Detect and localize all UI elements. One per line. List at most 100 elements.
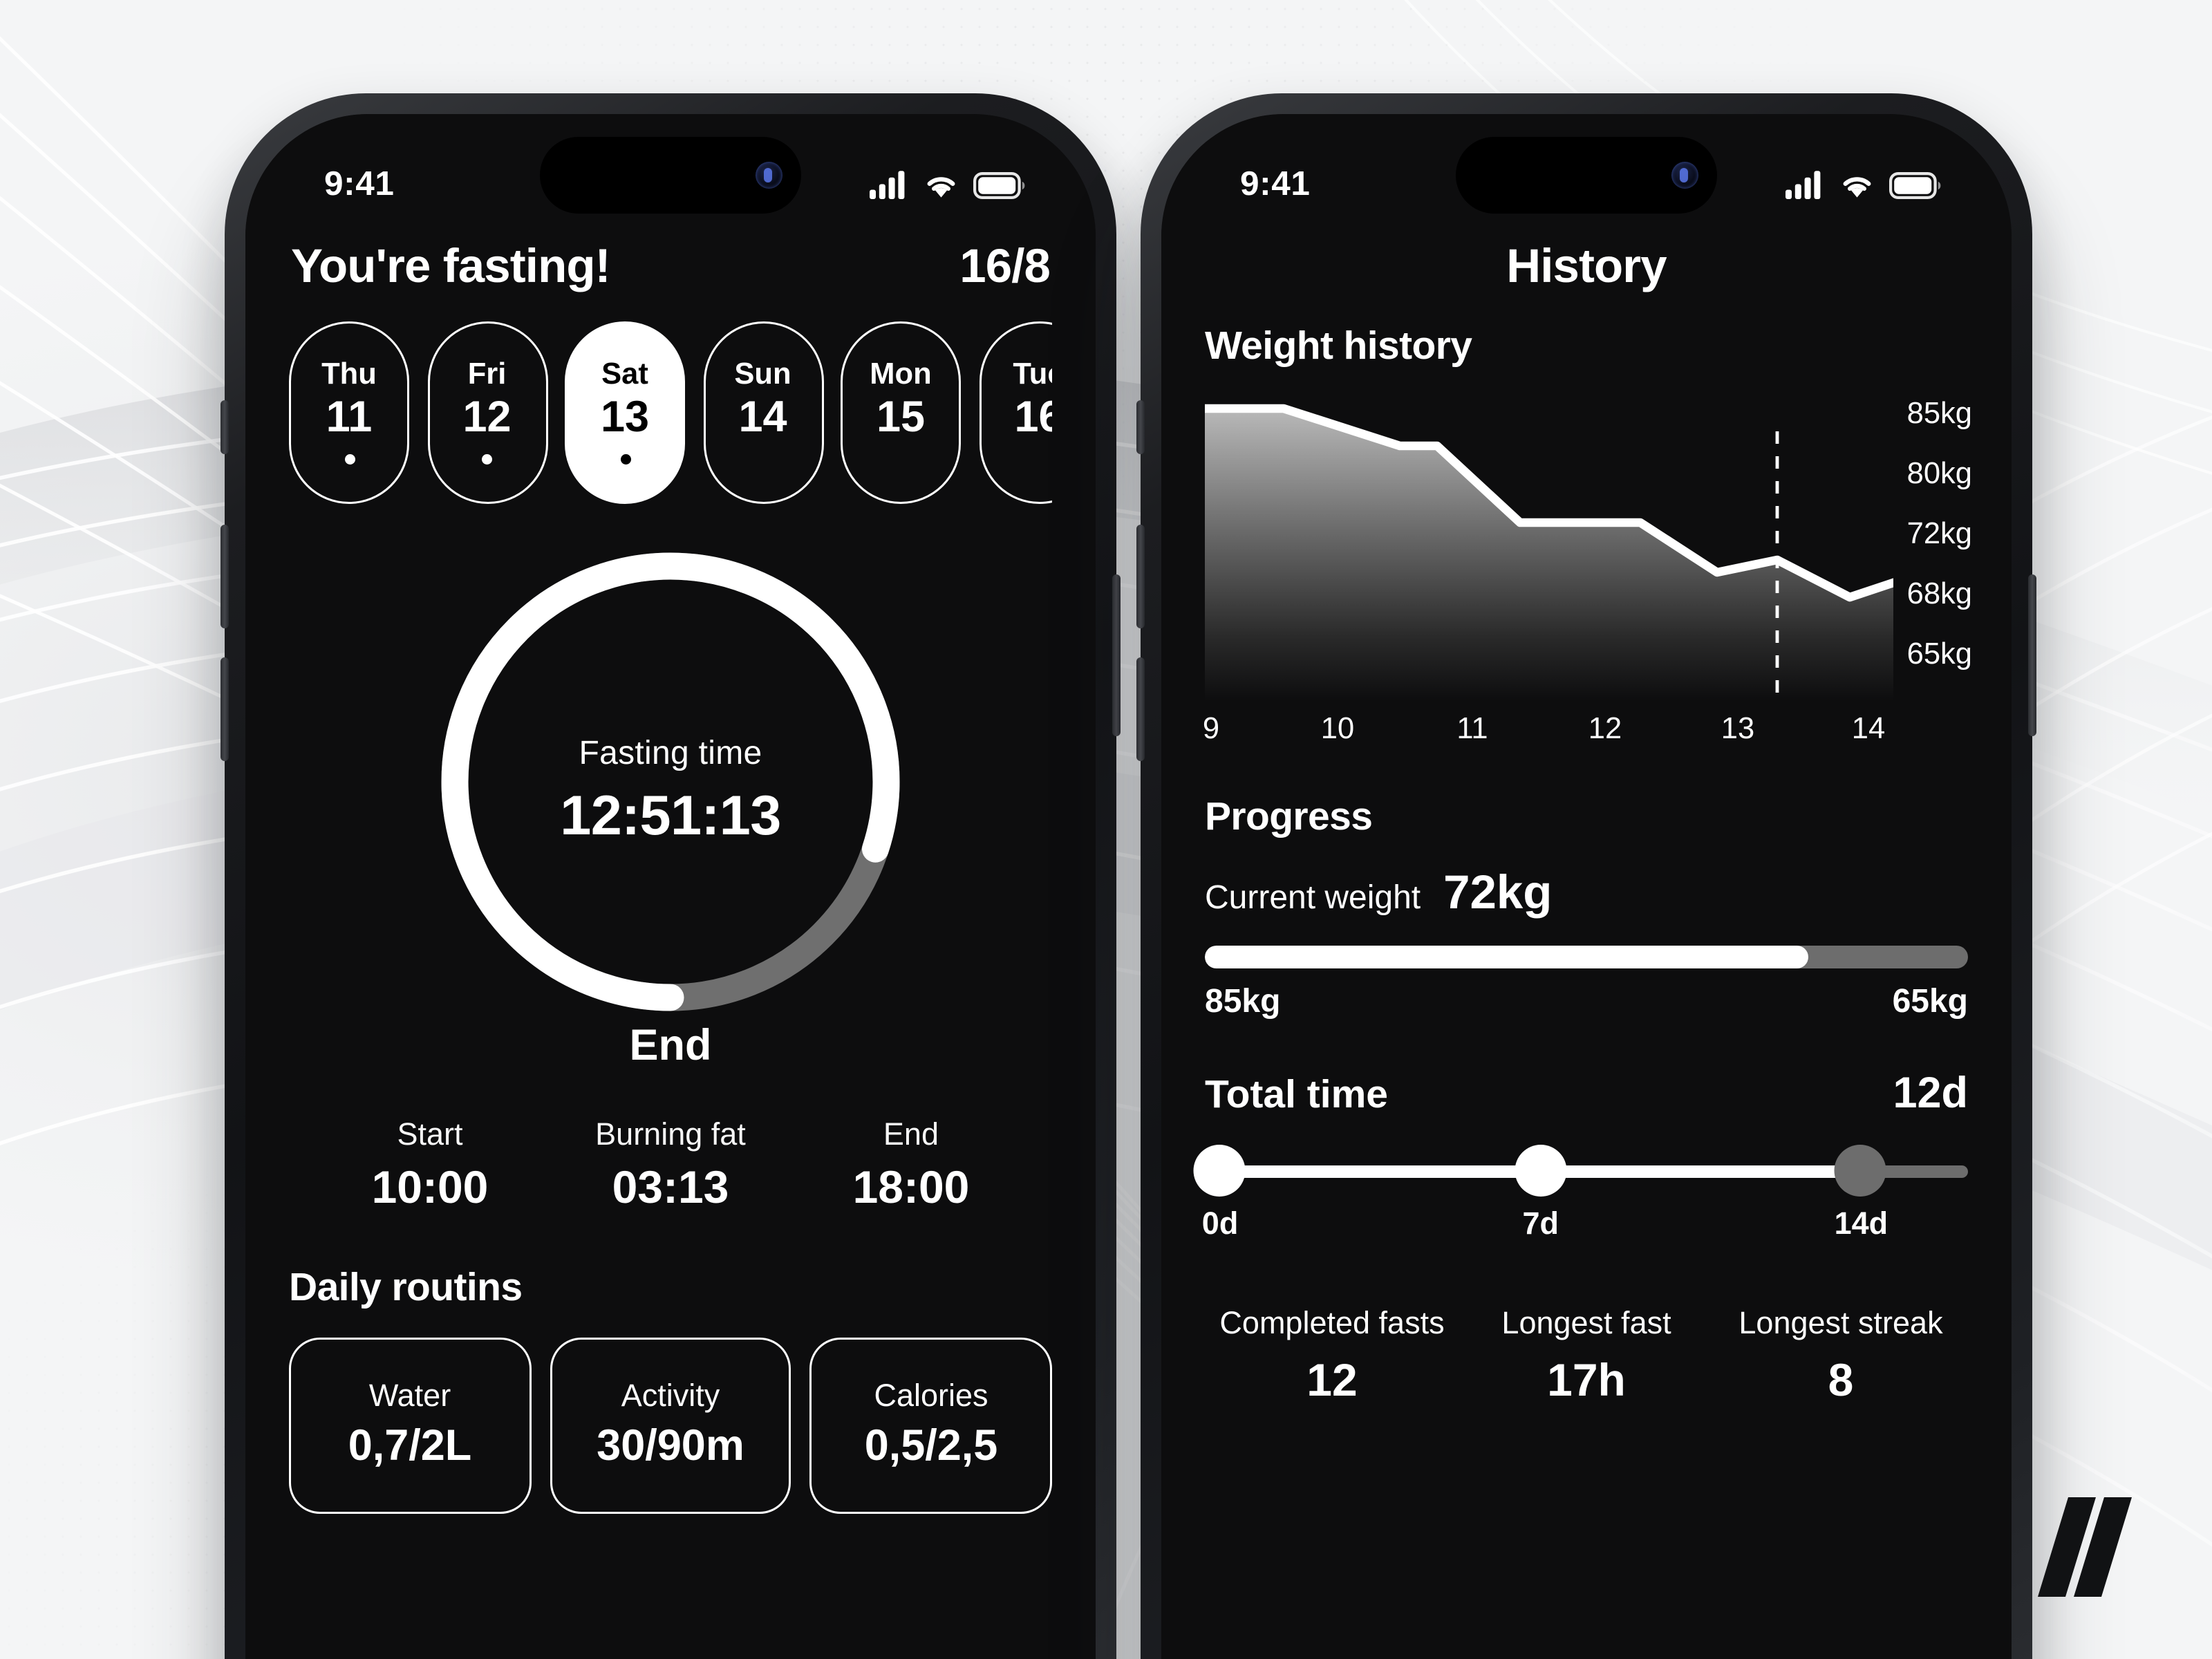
day-chip-sun[interactable]: Sun 14	[702, 321, 823, 504]
routine-label: Water	[368, 1379, 451, 1414]
total-time-slider[interactable]	[1194, 1145, 1968, 1199]
day-chip-dot	[619, 453, 630, 465]
phase-label: Burning fat	[595, 1118, 746, 1153]
page-title: You're fasting!	[291, 238, 611, 292]
routine-value: 0,7/2L	[348, 1423, 472, 1470]
volume-up-button[interactable]	[221, 525, 229, 628]
day-chip-mon[interactable]: Mon 15	[841, 321, 961, 504]
chart-x-axis-labels: 9 10 11 12 13 14	[1202, 713, 1893, 759]
end-fast-button[interactable]: End	[629, 1022, 711, 1072]
stat-completed-fasts: Completed fasts 12	[1205, 1306, 1459, 1408]
day-chip-dow: Tue	[1013, 359, 1052, 393]
slider-knob-7d[interactable]	[1515, 1145, 1567, 1197]
x-tick-9: 9	[1202, 713, 1220, 747]
dynamic-island	[1456, 137, 1717, 214]
stat-value: 8	[1828, 1354, 1854, 1406]
routine-label: Activity	[621, 1379, 720, 1414]
signal-bars-icon	[1785, 171, 1821, 199]
weight-history-chart[interactable]: 85kg 80kg 72kg 68kg 65kg 9 10 11 12 13 1…	[1202, 394, 1972, 767]
status-time: 9:41	[1240, 165, 1311, 203]
weight-progress-fill	[1205, 946, 1808, 968]
daily-routins-title: Daily routins	[289, 1267, 523, 1311]
total-time-title: Total time	[1205, 1074, 1388, 1118]
day-chip-sat-selected[interactable]: Sat 13	[565, 321, 685, 504]
routine-card-water[interactable]: Water 0,7/2L	[289, 1338, 532, 1514]
routine-value: 30/90m	[597, 1423, 744, 1470]
current-weight-row: Current weight 72kg	[1205, 865, 1968, 921]
day-chip-dow: Fri	[467, 359, 507, 393]
fasting-progress-ring[interactable]: Fasting time 12:51:13 End	[289, 537, 1052, 1070]
chart-y-axis-labels: 85kg 80kg 72kg 68kg 65kg	[1844, 394, 1972, 701]
stat-value: 12	[1306, 1354, 1358, 1406]
routine-value: 0,5/2,5	[864, 1423, 998, 1470]
day-chip-thu[interactable]: Thu 11	[289, 321, 409, 504]
routine-card-calories[interactable]: Calories 0,5/2,5	[810, 1338, 1053, 1514]
day-chip-tue[interactable]: Tue 16	[978, 321, 1052, 504]
y-tick-80: 80kg	[1906, 458, 1972, 491]
volume-up-button[interactable]	[1136, 525, 1145, 628]
front-camera-icon	[1671, 162, 1698, 189]
weight-progress-bar[interactable]	[1205, 946, 1968, 968]
phase-start: Start 10:00	[310, 1118, 550, 1215]
volume-down-button[interactable]	[221, 657, 229, 761]
phone-mockup-history: 9:41 History Weight history 85kg 80kg 72…	[1136, 93, 2036, 1659]
routine-label: Calories	[874, 1379, 988, 1414]
timer-header: You're fasting! 16/8	[289, 226, 1052, 294]
silent-switch[interactable]	[221, 400, 229, 454]
phase-value: 03:13	[612, 1161, 729, 1213]
x-tick-14: 14	[1851, 713, 1886, 747]
day-chip-number: 13	[600, 393, 650, 442]
slider-tick-labels: 0d 7d 14d	[1201, 1207, 1968, 1248]
day-chip-dow: Mon	[870, 359, 932, 393]
battery-icon	[1889, 171, 1941, 198]
stat-longest-fast: Longest fast 17h	[1459, 1306, 1714, 1408]
day-chip-number: 15	[876, 393, 926, 442]
current-weight-label: Current weight	[1205, 881, 1421, 917]
phase-end: End 18:00	[791, 1118, 1031, 1215]
x-tick-11: 11	[1456, 713, 1488, 747]
ring-label: Fasting time	[579, 736, 762, 772]
slider-tick-14d: 14d	[1834, 1207, 1888, 1242]
phase-label: Start	[397, 1118, 463, 1153]
total-time-header: Total time 12d	[1205, 1070, 1968, 1120]
y-tick-85: 85kg	[1906, 398, 1972, 431]
stat-value: 17h	[1547, 1354, 1626, 1406]
day-chip-dow: Sat	[601, 359, 648, 393]
fast-phase-row: Start 10:00 Burning fat 03:13 End 18:00	[289, 1118, 1052, 1215]
power-button[interactable]	[2028, 574, 2036, 736]
stat-label: Completed fasts	[1219, 1306, 1445, 1342]
battery-icon	[973, 171, 1025, 198]
history-stats-row: Completed fasts 12 Longest fast 17h Long…	[1205, 1306, 1968, 1408]
phase-label: End	[883, 1118, 939, 1153]
y-tick-65: 65kg	[1906, 639, 1972, 672]
slider-tick-0d: 0d	[1201, 1207, 1239, 1242]
timer-screen: 9:41 You're fasting! 16/8 Thu 11 Fri 12 …	[245, 114, 1096, 1659]
phase-burning-fat: Burning fat 03:13	[550, 1118, 791, 1215]
day-chip-number: 12	[462, 393, 512, 442]
weight-area-chart	[1205, 404, 1893, 701]
phase-value: 18:00	[852, 1161, 970, 1213]
day-chip-fri[interactable]: Fri 12	[427, 321, 547, 504]
phase-value: 10:00	[371, 1161, 489, 1213]
front-camera-icon	[756, 162, 782, 189]
slider-knob-0d[interactable]	[1194, 1145, 1246, 1197]
double-slash-logo	[2038, 1497, 2132, 1597]
slider-knob-14d[interactable]	[1835, 1145, 1887, 1197]
power-button[interactable]	[1112, 574, 1121, 736]
total-time-value: 12d	[1893, 1070, 1968, 1118]
silent-switch[interactable]	[1136, 400, 1145, 454]
fasting-plan-badge[interactable]: 16/8	[959, 238, 1051, 294]
day-chip-dot	[344, 453, 355, 465]
day-chip-number: 14	[738, 393, 787, 442]
volume-down-button[interactable]	[1136, 657, 1145, 761]
weight-start-label: 85kg	[1205, 985, 1281, 1020]
routine-card-activity[interactable]: Activity 30/90m	[550, 1338, 792, 1514]
stat-label: Longest fast	[1501, 1306, 1671, 1342]
page-title: History	[1506, 238, 1667, 292]
y-tick-72: 72kg	[1906, 518, 1972, 552]
phone-mockup-timer: 9:41 You're fasting! 16/8 Thu 11 Fri 12 …	[221, 93, 1121, 1659]
day-selector[interactable]: Thu 11 Fri 12 Sat 13 Sun 14 Mon 15 Tu 1	[289, 321, 1052, 504]
weight-goal-label: 65kg	[1892, 985, 1968, 1020]
slider-tick-7d: 7d	[1522, 1207, 1559, 1242]
status-time: 9:41	[324, 165, 395, 203]
